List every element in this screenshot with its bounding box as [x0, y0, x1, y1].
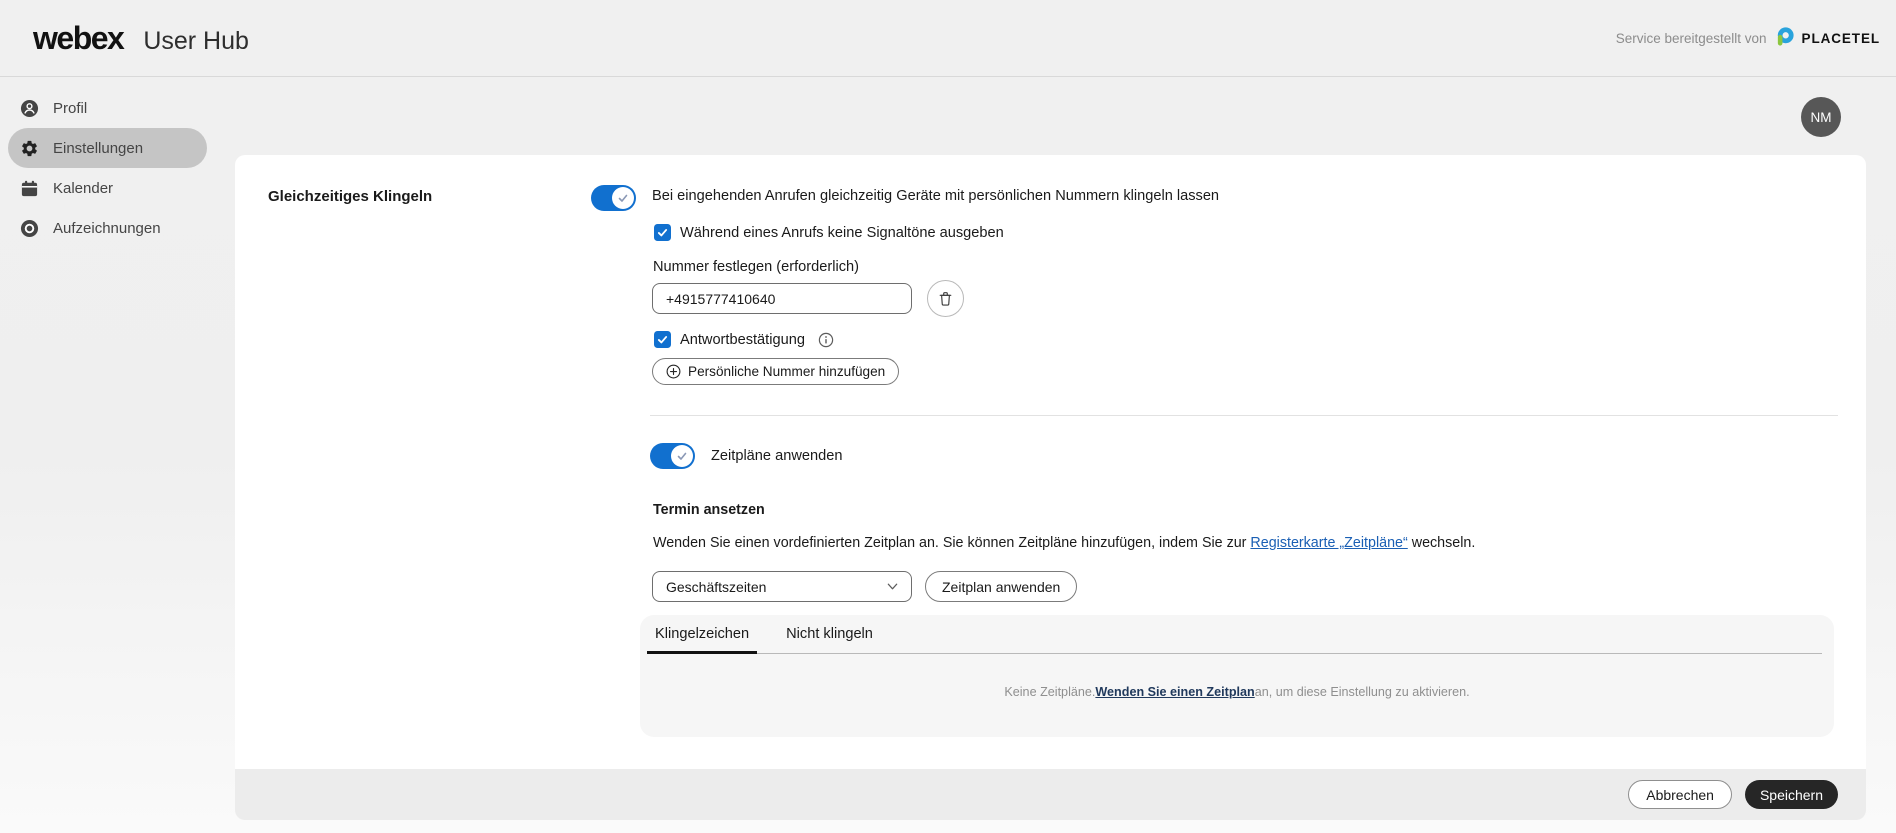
- sidebar-item-einstellungen[interactable]: Einstellungen: [8, 128, 207, 168]
- toggle-knob: [671, 445, 693, 467]
- number-input[interactable]: [652, 283, 912, 314]
- trash-icon: [937, 290, 954, 307]
- provider-name-label: PLACETEL: [1802, 31, 1880, 46]
- apply-schedule-button[interactable]: Zeitplan anwenden: [925, 571, 1077, 602]
- tab-klingelzeichen[interactable]: Klingelzeichen: [647, 615, 757, 653]
- add-personal-number-button[interactable]: Persönliche Nummer hinzufügen: [652, 358, 899, 385]
- apply-schedule-link[interactable]: Wenden Sie einen Zeitplan: [1095, 685, 1254, 699]
- sidebar-item-aufzeichnungen[interactable]: Aufzeichnungen: [8, 208, 207, 248]
- sidebar-item-label: Einstellungen: [53, 140, 143, 157]
- settings-card: Gleichzeitiges Klingeln Bei eingehenden …: [235, 155, 1866, 820]
- section-title: Gleichzeitiges Klingeln: [268, 188, 432, 205]
- delete-number-button[interactable]: [927, 280, 964, 317]
- simultaneous-ring-toggle[interactable]: [591, 185, 636, 211]
- provider-prefix-label: Service bereitgestellt von: [1616, 31, 1767, 46]
- save-button[interactable]: Speichern: [1745, 780, 1838, 809]
- answer-confirm-checkbox-row: Antwortbestätigung: [654, 331, 834, 348]
- schedule-tab-panel: Klingelzeichen Nicht klingeln Keine Zeit…: [640, 615, 1834, 737]
- cancel-button[interactable]: Abbrechen: [1628, 780, 1732, 809]
- no-tones-checkbox[interactable]: [654, 224, 671, 241]
- section-divider: [650, 415, 1838, 416]
- chevron-down-icon: [886, 580, 899, 593]
- info-icon[interactable]: [818, 332, 834, 348]
- calendar-icon: [20, 179, 39, 198]
- sidebar-item-profil[interactable]: Profil: [8, 88, 207, 128]
- plus-circle-icon: [666, 364, 681, 379]
- tab-nicht-klingeln[interactable]: Nicht klingeln: [778, 615, 881, 653]
- number-field-label: Nummer festlegen (erforderlich): [653, 259, 859, 275]
- empty-state-text: Keine Zeitpläne.Wenden Sie einen Zeitpla…: [640, 685, 1834, 699]
- action-footer: Abbrechen Speichern: [235, 769, 1866, 820]
- product-title: User Hub: [143, 27, 249, 56]
- toggle-description: Bei eingehenden Anrufen gleichzeitig Ger…: [652, 188, 1219, 204]
- schedule-heading: Termin ansetzen: [653, 502, 765, 518]
- app-header: webex User Hub Service bereitgestellt vo…: [0, 0, 1896, 77]
- empty-text-before: Keine Zeitpläne.: [1004, 685, 1095, 699]
- sidebar-item-label: Profil: [53, 100, 87, 117]
- answer-confirm-checkbox[interactable]: [654, 331, 671, 348]
- tab-divider-line: [647, 653, 1822, 654]
- service-provider: Service bereitgestellt von PLACETEL: [1616, 27, 1880, 49]
- answer-confirm-label: Antwortbestätigung: [680, 332, 805, 348]
- sidebar-item-kalender[interactable]: Kalender: [8, 168, 207, 208]
- no-tones-label: Während eines Anrufs keine Signaltöne au…: [680, 225, 1004, 241]
- sidebar-item-label: Kalender: [53, 180, 113, 197]
- toggle-knob: [612, 187, 634, 209]
- tab-bar: Klingelzeichen Nicht klingeln: [647, 615, 881, 653]
- apply-schedules-toggle[interactable]: [650, 443, 695, 469]
- add-personal-number-label: Persönliche Nummer hinzufügen: [688, 364, 885, 379]
- apply-schedules-label: Zeitpläne anwenden: [711, 448, 842, 464]
- placetel-logo-icon: [1775, 27, 1794, 49]
- webex-logo: webex: [33, 20, 123, 57]
- recordings-icon: [20, 219, 39, 238]
- empty-text-after: an, um diese Einstellung zu aktivieren.: [1255, 685, 1470, 699]
- no-tones-checkbox-row: Während eines Anrufs keine Signaltöne au…: [654, 224, 1004, 241]
- profile-icon: [20, 99, 39, 118]
- schedules-tab-link[interactable]: Registerkarte „Zeitpläne“: [1250, 535, 1407, 551]
- schedule-description: Wenden Sie einen vordefinierten Zeitplan…: [653, 535, 1475, 551]
- settings-gear-icon: [20, 139, 39, 158]
- sidebar: Profil Einstellungen Kalender Aufzeichnu…: [0, 88, 212, 248]
- sidebar-item-label: Aufzeichnungen: [53, 220, 161, 237]
- schedule-select-value: Geschäftszeiten: [666, 579, 766, 595]
- schedule-select[interactable]: Geschäftszeiten: [652, 571, 912, 602]
- avatar[interactable]: NM: [1801, 97, 1841, 137]
- schedule-text-before: Wenden Sie einen vordefinierten Zeitplan…: [653, 535, 1250, 551]
- schedule-text-after: wechseln.: [1408, 535, 1476, 551]
